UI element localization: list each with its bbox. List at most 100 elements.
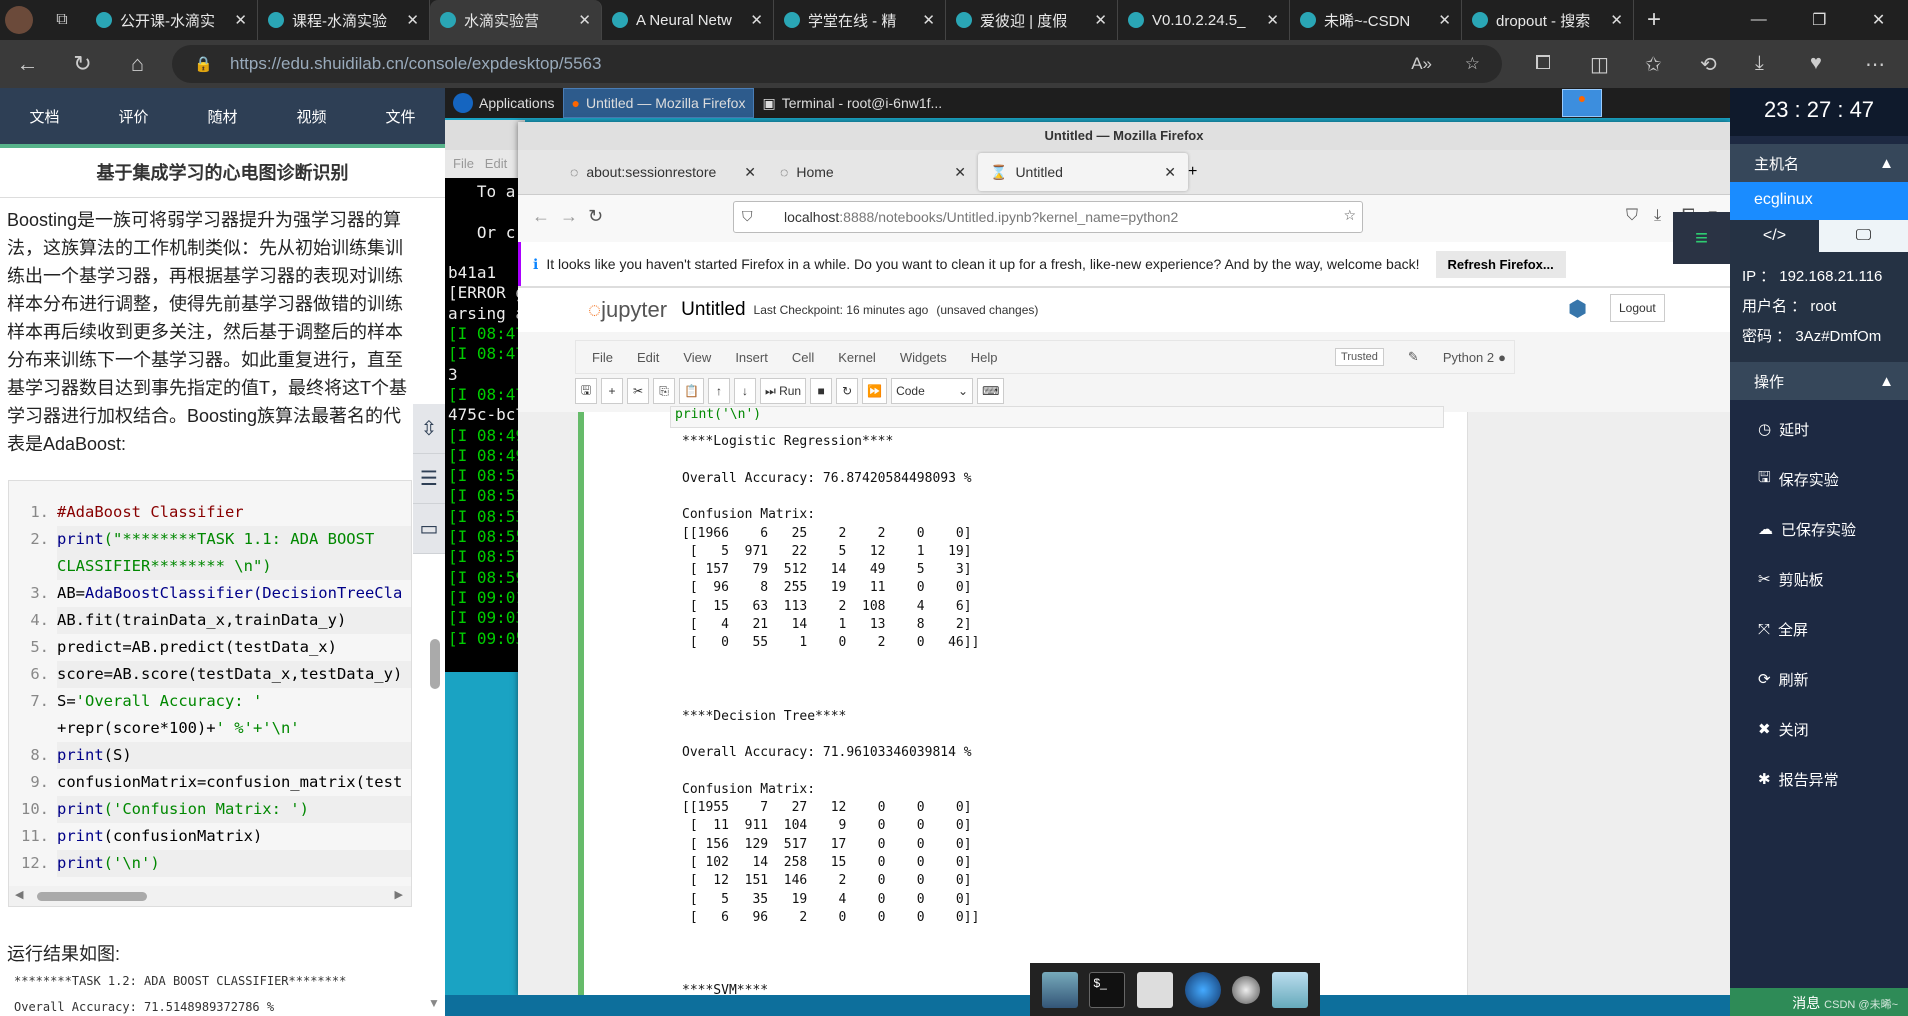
read-aloud-icon[interactable]: A»: [1411, 54, 1432, 74]
tab-close-icon[interactable]: ✕: [1164, 164, 1176, 181]
vertical-scrollbar[interactable]: [430, 639, 440, 689]
browser-tab[interactable]: 学堂在线 - 精 ✕: [774, 0, 946, 40]
menu-widgets[interactable]: Widgets: [900, 350, 947, 365]
copy-icon[interactable]: ⎘: [653, 378, 675, 404]
extensions-icon[interactable]: ⧠: [1535, 52, 1551, 75]
folder-icon[interactable]: [1272, 971, 1309, 1008]
horizontal-scrollbar[interactable]: ◀ ▶: [9, 886, 411, 906]
tab-close-icon[interactable]: ✕: [1094, 11, 1107, 29]
search-icon[interactable]: [1232, 975, 1261, 1004]
home-folder-icon[interactable]: [1137, 971, 1174, 1008]
move-up-icon[interactable]: ↑: [707, 378, 730, 404]
cell-type-select[interactable]: Code ⌄: [891, 378, 974, 404]
tab-video[interactable]: 视频: [267, 106, 356, 127]
url-input[interactable]: 🔒 https://edu.shuidilab.cn/console/expdes…: [172, 45, 1502, 83]
code-cell[interactable]: print('\n') ****Logistic Regression**** O…: [578, 406, 1468, 995]
op-save[interactable]: 🖫 保存实验: [1730, 454, 1908, 504]
firefox-tab[interactable]: ◌ Home ✕: [768, 153, 978, 191]
menu-file[interactable]: File: [592, 350, 613, 365]
minimize-button[interactable]: —: [1751, 11, 1767, 29]
code-view-icon[interactable]: </>: [1730, 220, 1819, 252]
menu-view[interactable]: View: [683, 350, 711, 365]
reload-icon[interactable]: ↻: [588, 206, 603, 227]
workspaces-icon[interactable]: ⧉: [38, 0, 86, 40]
back-icon[interactable]: ←: [0, 51, 55, 77]
web-browser-icon[interactable]: [1184, 971, 1221, 1008]
more-menu-icon[interactable]: ⋯: [1865, 52, 1885, 77]
tab-close-icon[interactable]: ✕: [1438, 11, 1451, 29]
tab-close-icon[interactable]: ✕: [234, 11, 247, 29]
terminal-menu-edit[interactable]: Edit: [485, 156, 507, 171]
tab-close-icon[interactable]: ✕: [954, 164, 966, 181]
firefox-tab[interactable]: ⌛ Untitled ✕: [978, 153, 1188, 191]
profile-avatar[interactable]: [0, 0, 38, 40]
move-down-icon[interactable]: ↓: [733, 378, 756, 404]
downloads-icon[interactable]: ⤓: [1755, 52, 1764, 75]
tab-close-icon[interactable]: ✕: [578, 11, 591, 29]
menu-kernel[interactable]: Kernel: [838, 350, 876, 365]
host-section-header[interactable]: 主机名 ▲: [1730, 144, 1908, 182]
taskbar-firefox[interactable]: ● Untitled — Mozilla Firefox: [562, 88, 755, 118]
command-palette-icon[interactable]: ⌨: [977, 378, 1005, 404]
reload-icon[interactable]: ↻: [55, 51, 110, 77]
terminal-icon[interactable]: $_: [1089, 971, 1126, 1008]
logout-button[interactable]: Logout: [1610, 294, 1665, 322]
scroll-down-arrow[interactable]: ▼: [428, 996, 440, 1010]
taskbar-terminal[interactable]: ▣ Terminal - root@i-6nw1f...: [754, 88, 950, 118]
split-screen-icon[interactable]: ◫: [1590, 52, 1609, 77]
favorites-icon[interactable]: ✩: [1645, 52, 1662, 77]
trusted-badge[interactable]: Trusted: [1335, 348, 1384, 366]
window-icon[interactable]: ▭: [413, 504, 445, 554]
menu-help[interactable]: Help: [971, 350, 998, 365]
run-button[interactable]: ⏭ Run: [759, 378, 807, 404]
tab-reviews[interactable]: 评价: [89, 106, 178, 127]
firefox-url-input[interactable]: ⛉ localhost:8888/notebooks/Untitled.ipynb…: [733, 201, 1363, 233]
forward-icon[interactable]: →: [560, 206, 578, 227]
tab-files[interactable]: 文件: [356, 106, 445, 127]
browser-tab[interactable]: dropout - 搜索 ✕: [1462, 0, 1634, 40]
tab-close-icon[interactable]: ✕: [744, 164, 756, 181]
paste-icon[interactable]: 📋: [679, 378, 704, 404]
pocket-icon[interactable]: ⛉: [1626, 207, 1638, 225]
op-refresh[interactable]: ⟳ 刷新: [1730, 654, 1908, 704]
tab-close-icon[interactable]: ✕: [750, 11, 763, 29]
browser-tab[interactable]: V0.10.2.24.5_ ✕: [1118, 0, 1290, 40]
ops-section-header[interactable]: 操作 ▲: [1730, 362, 1908, 400]
outline-icon[interactable]: ☰: [413, 454, 445, 504]
refresh-firefox-button[interactable]: Refresh Firefox...: [1435, 250, 1566, 278]
menu-insert[interactable]: Insert: [735, 350, 768, 365]
restore-button[interactable]: ❐: [1812, 10, 1826, 30]
message-bar[interactable]: 消息 CSDN @未晞~: [1730, 988, 1908, 1016]
bookmark-star-icon[interactable]: ☆: [1343, 207, 1356, 224]
favorite-star-icon[interactable]: ☆: [1465, 54, 1480, 74]
jupyter-logo[interactable]: ◌jupyter: [588, 297, 667, 323]
terminal-window[interactable]: File Edit To a Or c b41a1 [ERROR g arsing …: [445, 120, 525, 672]
firefox-launcher-icon[interactable]: ●: [1562, 89, 1602, 117]
home-icon[interactable]: ⌂: [110, 51, 165, 77]
op-bug[interactable]: ✱ 报告异常: [1730, 754, 1908, 804]
op-close[interactable]: ✖ 关闭: [1730, 704, 1908, 754]
op-scissors[interactable]: ✂ 剪贴板: [1730, 554, 1908, 604]
browser-tab[interactable]: 公开课-水滴实 ✕: [86, 0, 258, 40]
downloads-icon[interactable]: ⤓: [1654, 207, 1661, 225]
tab-materials[interactable]: 随材: [178, 106, 267, 127]
desktop-view-icon[interactable]: 🖵: [1819, 220, 1908, 252]
cell-input-tail[interactable]: print('\n'): [670, 406, 1444, 428]
op-fullscreen[interactable]: ⤧ 全屏: [1730, 604, 1908, 654]
cut-icon[interactable]: ✂: [627, 378, 649, 404]
firefox-tab[interactable]: ◌ about:sessionrestore ✕: [558, 153, 768, 191]
menu-toggle-icon[interactable]: ≡: [1673, 212, 1730, 264]
new-tab-button[interactable]: +: [1634, 0, 1674, 40]
tab-close-icon[interactable]: ✕: [922, 11, 935, 29]
interrupt-icon[interactable]: ■: [810, 378, 833, 404]
host-item[interactable]: ecglinux: [1730, 182, 1908, 220]
notebook-name[interactable]: Untitled: [681, 299, 745, 321]
terminal-menu-file[interactable]: File: [453, 156, 474, 171]
performance-icon[interactable]: ♥: [1810, 52, 1822, 75]
tab-docs[interactable]: 文档: [0, 106, 89, 127]
add-cell-icon[interactable]: +: [601, 378, 623, 404]
applications-menu[interactable]: Applications: [445, 88, 563, 118]
tab-close-icon[interactable]: ✕: [406, 11, 419, 29]
menu-cell[interactable]: Cell: [792, 350, 814, 365]
show-desktop-icon[interactable]: [1041, 971, 1078, 1008]
